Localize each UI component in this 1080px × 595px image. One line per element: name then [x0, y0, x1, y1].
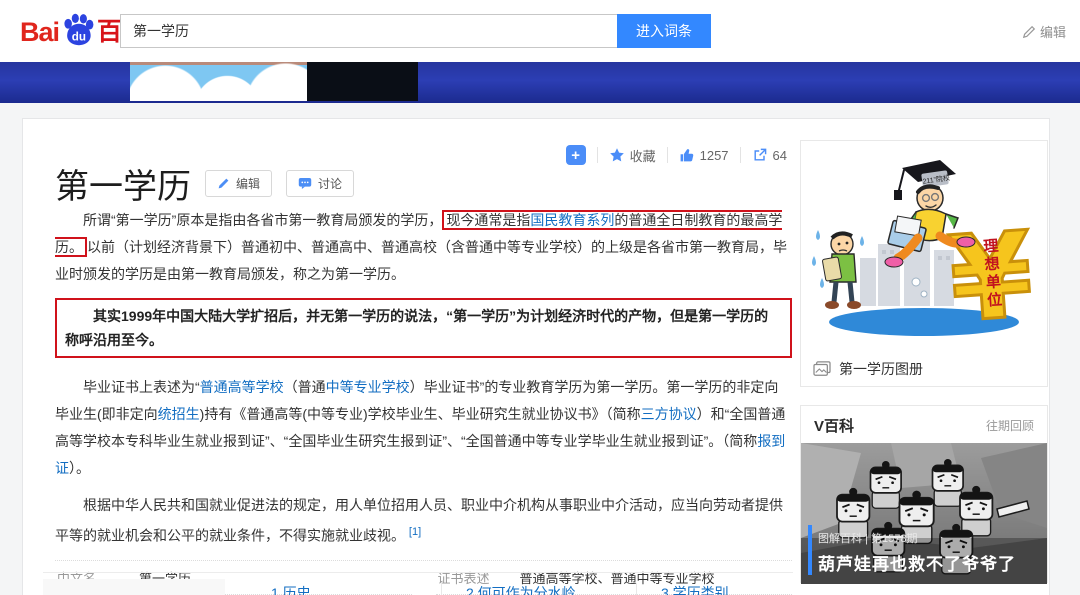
vbaike-title: V百科: [814, 415, 854, 436]
paragraph-1: 所谓“第一学历”原本是指由各省市第一教育局颁发的学历，现今通常是指国民教育系列的…: [55, 207, 792, 288]
vbaike-media[interactable]: 图解百科 | 第1578期 葫芦娃再也救不了爷爷了: [801, 443, 1047, 584]
link-regular-college[interactable]: 普通高等学校: [200, 379, 284, 395]
baidu-paw-icon: du: [60, 13, 96, 47]
toc-item-2[interactable]: 2 何可作为分水岭: [466, 583, 636, 595]
logo-text-du: du: [72, 31, 86, 44]
table-of-contents: 1 历史 2 何可作为分水岭 3 学历类别: [43, 572, 793, 595]
like-button[interactable]: 1257: [679, 147, 729, 163]
paragraph-4: 根据中华人民共和国就业促进法的规定，用人单位招用人员、职业中介机构从事职业中介活…: [55, 492, 792, 550]
p3-text: 毕业证书上表述为“: [83, 379, 200, 395]
divider: [441, 583, 442, 595]
series-tag: 图解百科 | 第1578期: [818, 530, 917, 546]
p3-text: ）。: [69, 460, 90, 476]
like-count: 1257: [700, 148, 729, 163]
banner-black-block: [307, 62, 418, 101]
p1-text: 所谓“第一学历”原本是指由各省市第一教育局颁发的学历，: [83, 212, 442, 228]
divider: [636, 583, 637, 595]
blue-accent-bar: [808, 525, 812, 575]
speech-bubble-icon: [298, 177, 312, 190]
thumb-up-icon: [679, 147, 695, 163]
edit-entry-button[interactable]: 编辑: [205, 170, 272, 197]
p1-text2: 以前（计划经济背景下）普通初中、普通高中、普通高校（含普通中等专业学校）的上级是…: [55, 239, 787, 282]
p1-red-text: 现今通常是指: [446, 212, 530, 228]
toc-side-panel: [43, 579, 225, 595]
vbaike-headline: 葫芦娃再也救不了爷爷了: [818, 550, 1016, 575]
paragraph-3: 毕业证书上表述为“普通高等学校（普通中等专业学校）毕业证书”的专业教育学历为第一…: [55, 374, 792, 482]
link-secondary-school[interactable]: 中等专业学校: [326, 379, 410, 395]
divider: [597, 147, 598, 163]
header-edit-label: 编辑: [1040, 22, 1066, 41]
share-count: 64: [773, 148, 787, 163]
star-icon: [609, 147, 625, 163]
album-illustration[interactable]: ¥ 理想单位 “211”院校: [806, 146, 1042, 346]
edit-entry-label: 编辑: [236, 175, 260, 192]
album-caption[interactable]: 第一学历图册: [801, 351, 1047, 379]
vbaike-header: V百科 往期回顾: [801, 406, 1047, 443]
top-header: Bai du 百科 进入词条 编辑: [0, 0, 1080, 62]
photo-album-icon: [813, 361, 831, 377]
discuss-label: 讨论: [318, 175, 342, 192]
divider: [667, 147, 668, 163]
reference-link-1[interactable]: [1]: [409, 526, 421, 538]
album-card: ¥ 理想单位 “211”院校: [800, 140, 1048, 387]
divider: [740, 147, 741, 163]
toc-item-1[interactable]: 1 历史: [271, 583, 441, 595]
past-issues-link[interactable]: 往期回顾: [986, 417, 1034, 434]
discuss-button[interactable]: 讨论: [286, 170, 354, 197]
red-annotated-paragraph: 其实1999年中国大陆大学扩招后，并无第一学历的说法，“第一学历”为计划经济时代…: [55, 298, 792, 358]
toc-links: 1 历史 2 何可作为分水岭 3 学历类别: [271, 579, 771, 595]
title-row: 第一学历 编辑 讨论: [55, 159, 354, 208]
enter-entry-button[interactable]: 进入词条: [617, 14, 711, 48]
p3-text: （普通: [284, 379, 326, 395]
pencil-icon: [1022, 25, 1036, 39]
action-bar: + 收藏 1257 64: [566, 145, 787, 165]
logo-text-bai: Bai: [20, 17, 59, 47]
link-national-education-series[interactable]: 国民教育系列: [530, 212, 614, 228]
blue-banner: [0, 62, 1080, 103]
share-icon: [752, 147, 768, 163]
link-tongzhaosheng[interactable]: 统招生: [158, 406, 200, 422]
collect-label: 收藏: [630, 146, 656, 165]
article-body: 所谓“第一学历”原本是指由各省市第一教育局颁发的学历，现今通常是指国民教育系列的…: [55, 207, 792, 595]
toc-item-3[interactable]: 3 学历类别: [661, 583, 771, 595]
header-edit-link[interactable]: 编辑: [1022, 22, 1066, 41]
add-button[interactable]: +: [566, 145, 586, 165]
share-button[interactable]: 64: [752, 147, 787, 163]
album-caption-label: 第一学历图册: [839, 359, 923, 379]
link-tripartite-agreement[interactable]: 三方协议: [641, 406, 697, 422]
collect-button[interactable]: 收藏: [609, 146, 656, 165]
p3-text: )持有《普通高等(中等专业)学校毕业生、毕业研究生就业协议书》（简称: [200, 406, 641, 422]
page-title: 第一学历: [55, 159, 191, 208]
vbaike-card: V百科 往期回顾: [800, 405, 1048, 583]
banner-partial-image: [130, 62, 307, 101]
search-input[interactable]: [120, 14, 617, 48]
pencil-icon: [217, 177, 230, 190]
